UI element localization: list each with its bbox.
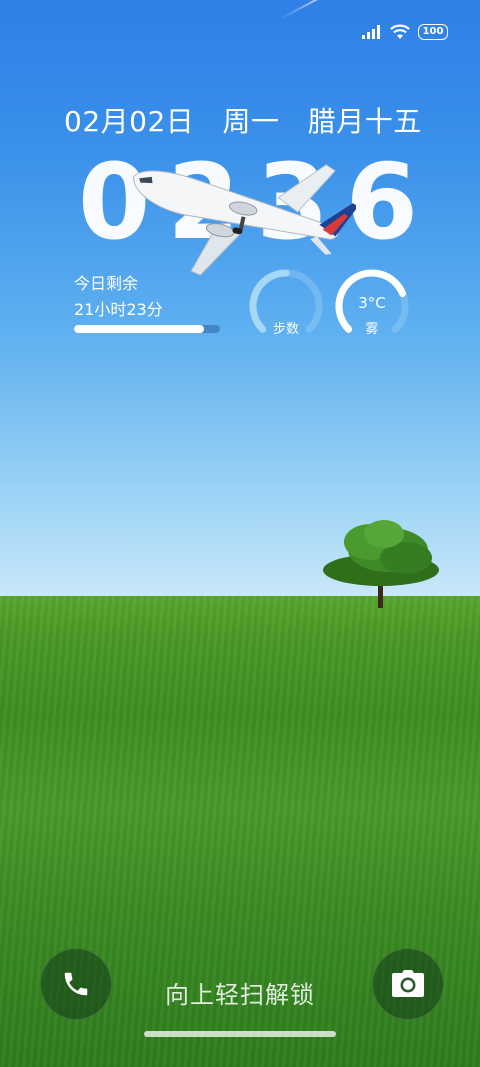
steps-label: 步数: [272, 322, 299, 337]
day-remaining-value: 21小时23分: [74, 300, 163, 319]
camera-icon: [392, 970, 424, 997]
status-bar: 100: [362, 24, 448, 40]
battery-level: 100: [422, 26, 444, 37]
signal-icon: [362, 25, 380, 39]
weather-condition: 雾: [365, 322, 379, 337]
battery-icon: 100: [418, 24, 448, 40]
clock-minute-ones: 6: [345, 141, 418, 263]
weather-temperature: 3°C: [358, 294, 386, 312]
home-indicator[interactable]: [144, 1031, 336, 1037]
day-remaining-progress-fill: [74, 325, 204, 333]
wifi-icon: [390, 24, 410, 39]
tree-image: [323, 520, 439, 608]
day-remaining-title: 今日剩余: [74, 274, 139, 293]
camera-shortcut-button[interactable]: [372, 948, 444, 1020]
day-remaining-progress: [74, 325, 220, 333]
